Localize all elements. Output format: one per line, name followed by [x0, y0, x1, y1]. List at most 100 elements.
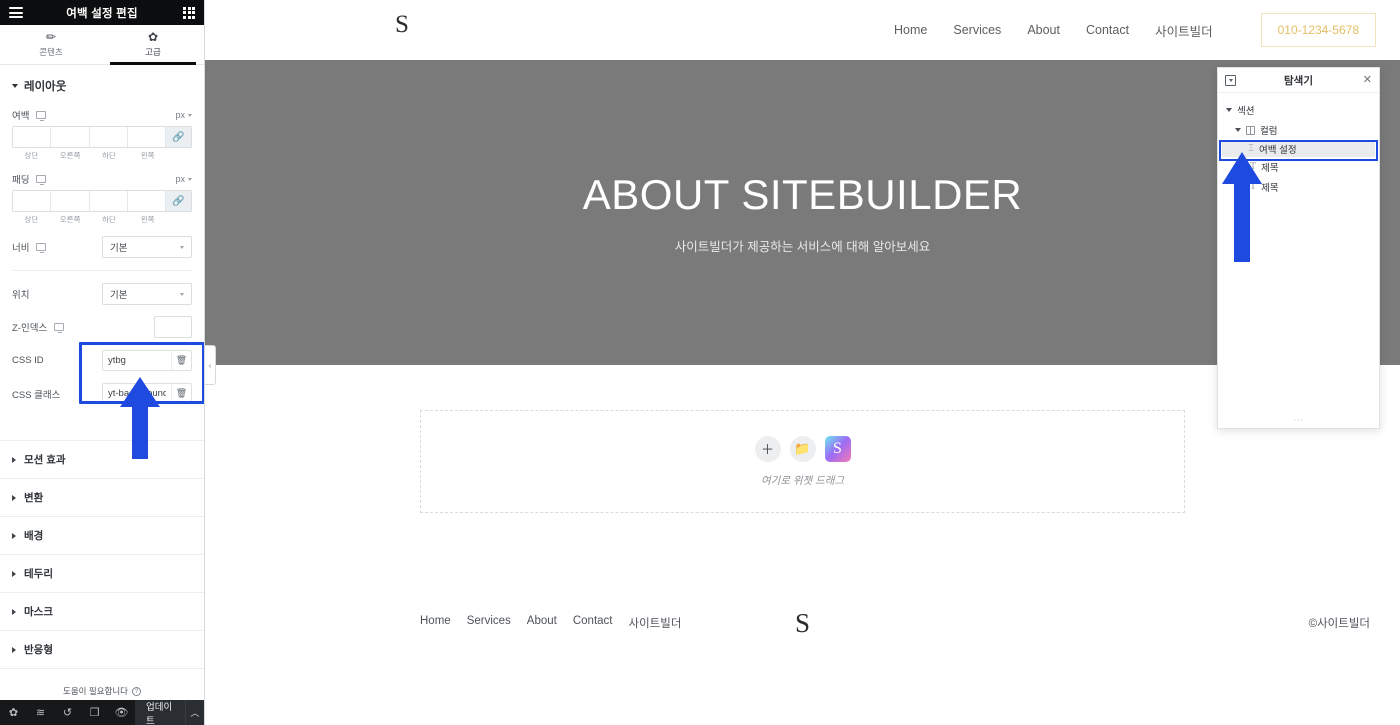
nav-link-about[interactable]: About: [1027, 23, 1060, 37]
accordion-motion-effects[interactable]: 모션 효과: [0, 440, 204, 478]
zindex-input[interactable]: [154, 316, 192, 338]
help-row[interactable]: 도움이 필요합니다 ?: [0, 681, 204, 700]
padding-right-input[interactable]: [51, 191, 90, 211]
padding-link-values-icon[interactable]: 🔗: [166, 191, 191, 211]
tree-node-section[interactable]: 섹션: [1218, 100, 1379, 120]
accordion-mask[interactable]: 마스크: [0, 592, 204, 630]
trash-icon[interactable]: 🗑: [171, 384, 191, 403]
caret-right-icon: [12, 456, 16, 463]
pencil-icon: ✏: [45, 30, 57, 44]
hamburger-icon[interactable]: [9, 7, 23, 18]
padding-bottom-input[interactable]: [89, 191, 128, 211]
chevron-up-icon[interactable]: ︿: [184, 700, 204, 725]
margin-inputs: 🔗: [12, 126, 192, 148]
margin-top-input[interactable]: [13, 127, 52, 147]
caret-down-icon: [1235, 128, 1241, 132]
preview-eye-icon[interactable]: 👁: [108, 700, 135, 725]
padding-top-input[interactable]: [13, 191, 52, 211]
spacer-icon: ⌶: [1248, 142, 1254, 154]
tree-node-heading-1[interactable]: T 제목: [1218, 157, 1379, 177]
trash-icon[interactable]: 🗑: [171, 351, 191, 370]
accordion-label: 배경: [24, 530, 44, 542]
panel-collapse-toggle[interactable]: ‹: [205, 345, 216, 385]
padding-right-label: 오른쪽: [59, 215, 81, 224]
layers-icon[interactable]: ≋: [27, 700, 54, 725]
tab-advanced[interactable]: ✿ 고급: [102, 25, 204, 65]
zindex-label-group: Z-인덱스: [12, 320, 65, 334]
tab-advanced-label: 고급: [145, 47, 161, 57]
folder-icon[interactable]: 📁: [789, 435, 816, 462]
nav-link-services[interactable]: Services: [953, 23, 1001, 37]
desktop-device-icon[interactable]: [36, 175, 47, 185]
footer-link-contact[interactable]: Contact: [573, 615, 613, 631]
navigator-panel: 탐색기 ✕ 섹션 컬럼 ⌶ 여백 설정 T 제목 T 제목 ⋯: [1217, 67, 1380, 429]
footer-link-services[interactable]: Services: [467, 615, 511, 631]
footer-link-sitebuilder[interactable]: 사이트빌더: [629, 615, 682, 631]
css-id-field[interactable]: 🗑: [102, 350, 192, 371]
accordion-transform[interactable]: 변환: [0, 478, 204, 516]
margin-right-input[interactable]: [51, 127, 90, 147]
padding-top-label: 상단: [24, 215, 39, 224]
accordion-background[interactable]: 배경: [0, 516, 204, 554]
footer-link-about[interactable]: About: [527, 615, 557, 631]
footer-link-home[interactable]: Home: [420, 615, 451, 631]
plus-icon[interactable]: ＋: [754, 435, 781, 462]
tree-node-label: 제목: [1261, 163, 1279, 174]
padding-unit-select[interactable]: px: [175, 174, 192, 184]
dropzone-text: 여기로 위젯 드래그: [760, 474, 845, 487]
desktop-device-icon[interactable]: [54, 323, 65, 333]
tree-node-label: 여백 설정: [1259, 144, 1297, 156]
accordion-border[interactable]: 테두리: [0, 554, 204, 592]
history-revision-icon[interactable]: ↺: [54, 700, 81, 725]
grid-apps-icon[interactable]: [183, 6, 195, 19]
css-class-label: CSS 클래스: [12, 389, 61, 401]
margin-side-labels: 상단 오른쪽 하단 왼쪽: [12, 150, 192, 161]
dock-panel-icon[interactable]: [1225, 74, 1236, 86]
tree-node-spacer-selected[interactable]: ⌶ 여백 설정: [1218, 140, 1379, 161]
sitebuilder-logo-icon[interactable]: S: [824, 435, 851, 462]
margin-left-input[interactable]: [127, 127, 166, 147]
position-label: 위치: [12, 290, 30, 301]
margin-unit-value: px: [175, 110, 185, 120]
nav-link-sitebuilder[interactable]: 사이트빌더: [1155, 21, 1213, 40]
position-control: 위치 기본: [0, 274, 204, 314]
css-class-row: CSS 클래스 🗑: [0, 377, 204, 410]
accordion-responsive[interactable]: 반응형: [0, 630, 204, 668]
update-button[interactable]: 업데이트: [135, 700, 185, 725]
nav-link-home[interactable]: Home: [894, 23, 927, 37]
nav-link-contact[interactable]: Contact: [1086, 23, 1129, 37]
chevron-down-icon: [180, 245, 184, 249]
tree-node-column[interactable]: 컬럼: [1218, 120, 1379, 140]
css-class-field[interactable]: 🗑: [102, 383, 192, 404]
phone-button[interactable]: 010-1234-5678: [1260, 13, 1376, 47]
margin-bottom-input[interactable]: [89, 127, 128, 147]
caret-right-icon: [12, 646, 16, 653]
editor-panel: 여백 설정 편집 ✏ 콘텐츠 ✿ 고급 레이아웃 여백 px 🔗 상단 오른쪽 …: [0, 0, 205, 725]
close-icon[interactable]: ✕: [1363, 74, 1372, 86]
margin-spacer: [167, 150, 192, 161]
margin-unit-select[interactable]: px: [175, 110, 192, 120]
hero-subtitle: 사이트빌더가 제공하는 서비스에 대해 알아보세요: [674, 239, 931, 254]
accordion-attributes[interactable]: 속성: [0, 668, 204, 681]
width-label: 너비: [12, 243, 30, 254]
desktop-device-icon[interactable]: [36, 111, 47, 121]
footer-copyright: ©사이트빌더: [1308, 618, 1370, 630]
layout-section-header[interactable]: 레이아웃: [0, 65, 204, 105]
tab-content[interactable]: ✏ 콘텐츠: [0, 25, 102, 64]
navigator-resize-handle[interactable]: ⋯: [1218, 412, 1379, 428]
margin-label: 여백: [12, 111, 30, 122]
responsive-device-icon[interactable]: ❐: [81, 700, 108, 725]
tree-node-heading-2[interactable]: T 제목: [1218, 177, 1379, 197]
margin-link-values-icon[interactable]: 🔗: [166, 127, 191, 147]
width-select[interactable]: 기본: [102, 236, 192, 258]
settings-gear-icon[interactable]: ✿: [0, 700, 27, 725]
desktop-device-icon[interactable]: [36, 243, 47, 253]
tree-node-label: 컬럼: [1260, 126, 1278, 137]
position-value: 기본: [110, 290, 128, 301]
tab-content-label: 콘텐츠: [39, 47, 63, 57]
position-select[interactable]: 기본: [102, 283, 192, 305]
css-id-input[interactable]: [103, 355, 171, 366]
padding-left-input[interactable]: [127, 191, 166, 211]
widget-dropzone[interactable]: ＋ 📁 S 여기로 위젯 드래그: [420, 410, 1185, 513]
css-class-input[interactable]: [103, 388, 171, 399]
